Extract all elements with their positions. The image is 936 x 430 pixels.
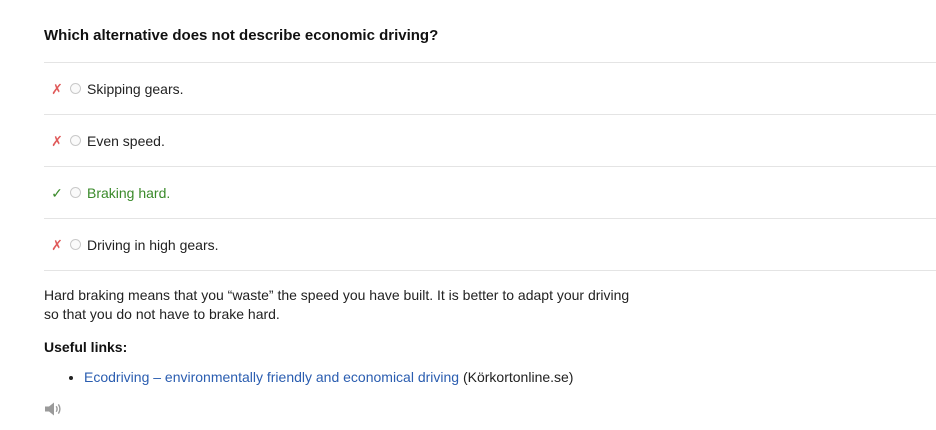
wrong-mark-icon: ✗ <box>51 80 63 97</box>
check-mark-icon: ✓ <box>51 184 63 201</box>
wrong-mark-icon: ✗ <box>51 132 63 149</box>
answer-option: ✗ Driving in high gears. <box>44 219 936 271</box>
answer-option: ✗ Even speed. <box>44 115 936 167</box>
useful-links-list: Ecodriving – environmentally friendly an… <box>44 368 573 387</box>
answer-option-label: Even speed. <box>87 132 165 149</box>
question-text: Which alternative does not describe econ… <box>44 27 439 44</box>
answer-option-label: Skipping gears. <box>87 80 184 97</box>
list-item: Ecodriving – environmentally friendly an… <box>84 368 573 387</box>
quiz-result-panel: Which alternative does not describe econ… <box>0 0 936 430</box>
answer-option: ✗ Skipping gears. <box>44 63 936 115</box>
useful-links-heading: Useful links: <box>44 339 128 355</box>
answer-option-correct: ✓ Braking hard. <box>44 167 936 219</box>
radio-button[interactable] <box>70 135 81 146</box>
ecodriving-link[interactable]: Ecodriving – environmentally friendly an… <box>84 369 459 385</box>
answer-option-label: Driving in high gears. <box>87 236 219 253</box>
radio-button[interactable] <box>70 239 81 250</box>
link-source: (Körkortonline.se) <box>462 369 574 385</box>
wrong-mark-icon: ✗ <box>51 236 63 253</box>
speaker-icon[interactable] <box>43 401 63 417</box>
radio-button[interactable] <box>70 187 81 198</box>
answer-option-label: Braking hard. <box>87 184 171 201</box>
answer-options: ✗ Skipping gears. ✗ Even speed. ✓ Brakin… <box>44 62 936 271</box>
radio-button[interactable] <box>70 83 81 94</box>
explanation-text: Hard braking means that you “waste” the … <box>44 287 630 322</box>
